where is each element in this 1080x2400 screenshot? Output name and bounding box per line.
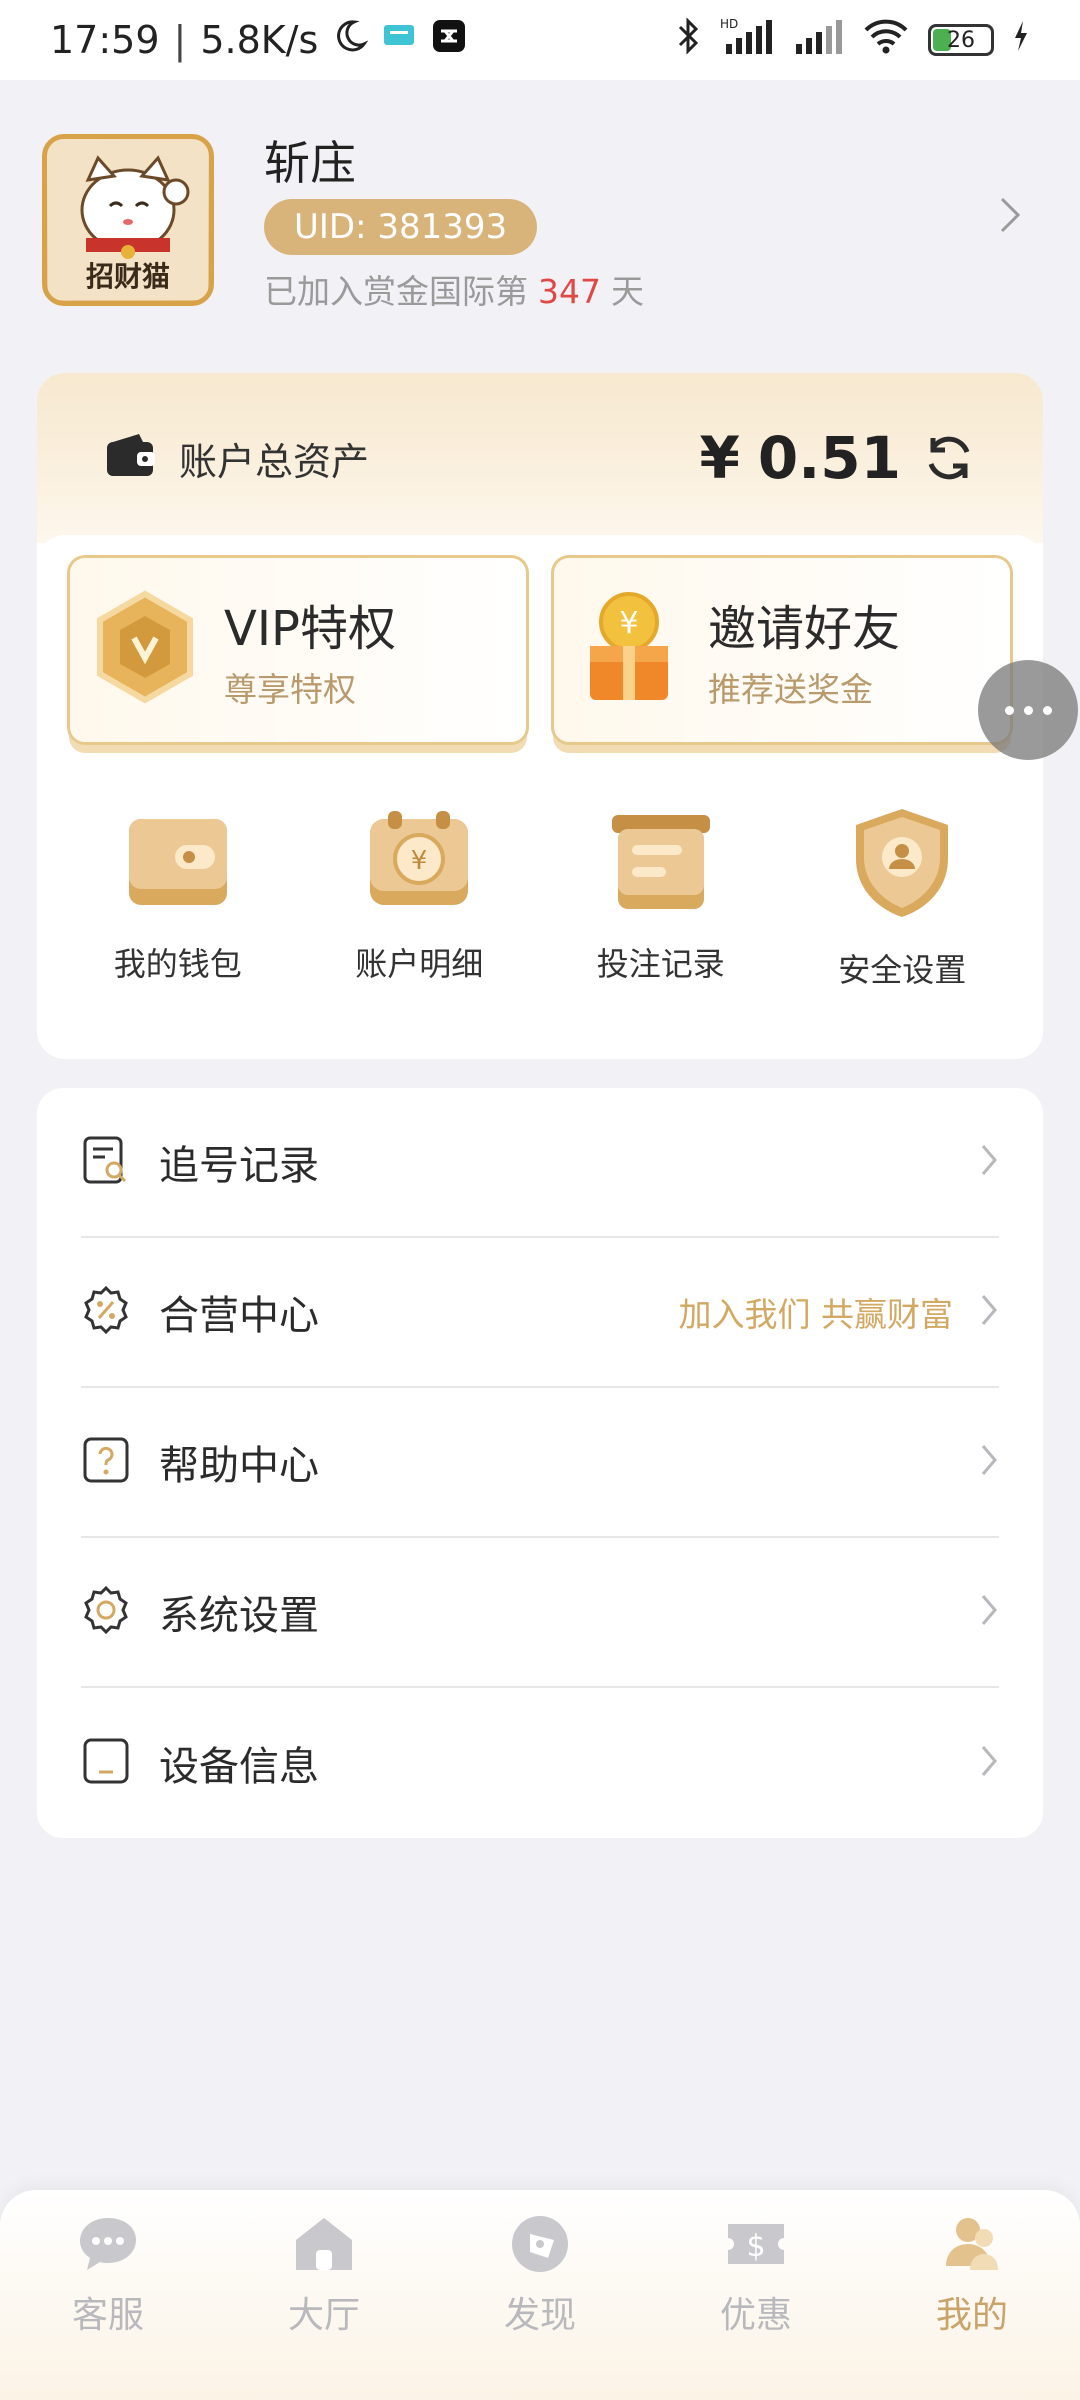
app-notification-icon [432, 18, 466, 62]
home-icon [292, 2212, 356, 2280]
status-time: 17:59 [50, 18, 160, 62]
invite-friends-card[interactable]: ¥ 邀请好友 推荐送奖金 [551, 555, 1013, 745]
dot-icon [1004, 705, 1014, 715]
total-assets-amount: ¥ 0.51 [700, 424, 975, 492]
moon-icon [332, 18, 369, 63]
charging-icon [1012, 18, 1030, 62]
status-bar: 17:59 | 5.8K/s HD 26 [0, 0, 1080, 80]
signal-icon [794, 16, 844, 65]
invite-subtitle: 推荐送奖金 [708, 670, 873, 709]
message-icon [382, 18, 418, 62]
menu-item-partner-center[interactable]: 合营中心 加入我们 共赢财富 [81, 1238, 999, 1388]
wallet-icon [105, 432, 157, 484]
total-assets-label: 账户总资产 [179, 439, 370, 484]
quick-link-bet-records[interactable]: 投注记录 [561, 805, 761, 991]
gear-icon [81, 1585, 131, 1639]
partner-center-slogan: 加入我们 共赢财富 [678, 1295, 954, 1334]
quick-link-wallet[interactable]: 我的钱包 [78, 805, 278, 991]
search-doc-icon [81, 1135, 131, 1189]
vip-title: VIP特权 [224, 601, 396, 657]
chevron-right-icon [979, 1142, 999, 1182]
username: 斩庒 [264, 136, 356, 190]
user-icon [940, 2212, 1004, 2280]
floating-more-button[interactable] [978, 660, 1078, 760]
avatar[interactable]: 招财猫 [42, 134, 214, 306]
total-assets-row: 账户总资产 ¥ 0.51 [37, 373, 1043, 543]
bottom-tab-bar: 客服 大厅 发现 $ 优惠 我的 [0, 2190, 1080, 2400]
lucky-cat-avatar-image: 招财猫 [48, 140, 208, 300]
vip-subtitle: 尊享特权 [224, 670, 356, 709]
help-icon [81, 1435, 131, 1489]
device-icon [81, 1736, 131, 1790]
svg-text:¥: ¥ [411, 846, 428, 876]
invite-title: 邀请好友 [708, 601, 901, 657]
tab-mine[interactable]: 我的 [872, 2212, 1072, 2400]
menu-item-system-settings[interactable]: 系统设置 [81, 1538, 999, 1688]
menu-item-tracking-records[interactable]: 追号记录 [81, 1088, 999, 1238]
tab-discover[interactable]: 发现 [440, 2212, 640, 2400]
joined-days-count: 347 [538, 272, 601, 311]
wallet-icon [123, 805, 233, 919]
chevron-right-icon [979, 1743, 999, 1783]
record-icon [606, 805, 716, 919]
chevron-right-icon [979, 1442, 999, 1482]
menu-list: 追号记录 合营中心 加入我们 共赢财富 帮助中心 系统设置 设备信息 [37, 1088, 1043, 1838]
coupon-icon: $ [724, 2212, 788, 2280]
dot-icon [1042, 705, 1052, 715]
shield-icon [847, 805, 957, 925]
refresh-icon[interactable] [923, 432, 975, 484]
assets-card: 账户总资产 ¥ 0.51 VIP特权 尊享特权 ¥ 邀请好友 推荐送奖金 我的钱… [37, 373, 1043, 1059]
uid-badge: UID: 381393 [264, 199, 538, 255]
svg-text:$: $ [746, 2229, 765, 2264]
gift-icon: ¥ [574, 588, 684, 712]
status-speed: 5.8K/s [200, 18, 319, 62]
wifi-icon [862, 18, 910, 63]
menu-item-device-info[interactable]: 设备信息 [81, 1688, 999, 1838]
tab-lobby[interactable]: 大厅 [224, 2212, 424, 2400]
quick-link-security[interactable]: 安全设置 [802, 805, 1002, 991]
bluetooth-icon [676, 16, 702, 65]
chevron-right-icon[interactable] [998, 195, 1022, 239]
tab-customer-service[interactable]: 客服 [8, 2212, 208, 2400]
compass-icon [508, 2212, 572, 2280]
svg-text:HD: HD [720, 17, 738, 31]
joined-days-text: 已加入赏金国际第 347 天 [264, 272, 644, 311]
battery-indicator: 26 [928, 24, 994, 56]
tab-offers[interactable]: $ 优惠 [656, 2212, 856, 2400]
quick-link-account-details[interactable]: ¥ 账户明细 [319, 805, 519, 991]
bill-icon: ¥ [364, 805, 474, 919]
chat-icon [76, 2212, 140, 2280]
vip-privilege-card[interactable]: VIP特权 尊享特权 [67, 555, 529, 745]
profile-header[interactable]: 招财猫 斩庒 UID: 381393 已加入赏金国际第 347 天 [42, 130, 1042, 311]
svg-text:¥: ¥ [619, 606, 638, 641]
menu-item-help-center[interactable]: 帮助中心 [81, 1388, 999, 1538]
assets-panel: VIP特权 尊享特权 ¥ 邀请好友 推荐送奖金 我的钱包 ¥ 账户明细 投注记录… [37, 535, 1043, 1059]
dot-icon [1023, 705, 1033, 715]
percent-icon [81, 1285, 131, 1339]
chevron-right-icon [979, 1592, 999, 1632]
svg-text:招财猫: 招财猫 [86, 260, 170, 293]
signal-hd-icon: HD [720, 16, 776, 65]
vip-badge-icon [90, 588, 200, 712]
chevron-right-icon [979, 1292, 999, 1332]
